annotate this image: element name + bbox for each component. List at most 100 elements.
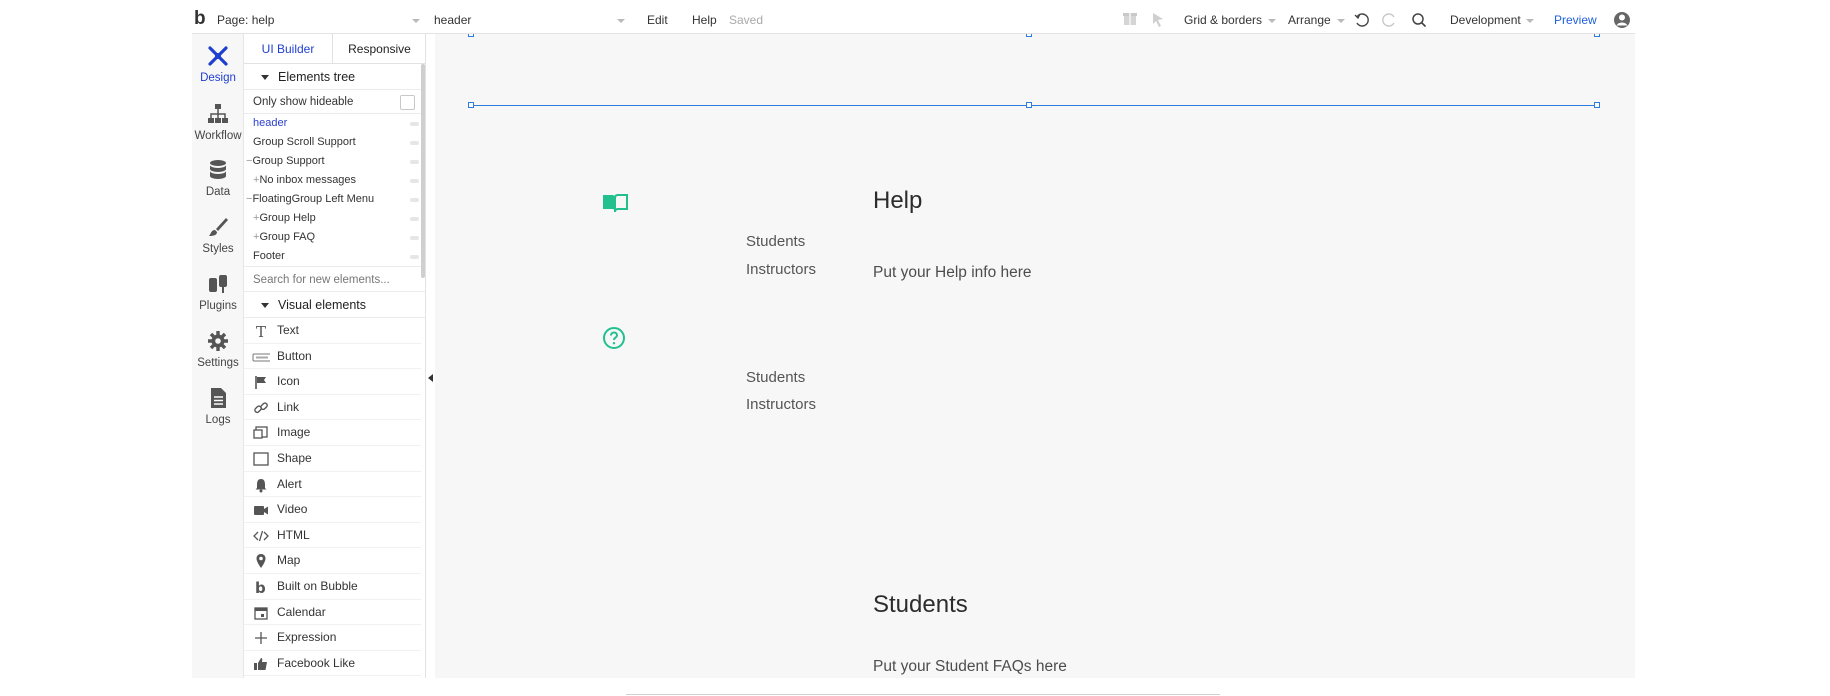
tree-item-group-support[interactable]: −Group Support <box>244 152 425 171</box>
undo-icon[interactable] <box>1353 6 1369 34</box>
tree-item-group-faq[interactable]: +Group FAQ <box>244 228 425 247</box>
tree-item-footer[interactable]: Footer <box>244 247 425 266</box>
page-selector[interactable]: Page: help <box>217 6 274 34</box>
element-label: Facebook Like <box>277 655 356 670</box>
grid-borders-caret-icon[interactable] <box>1268 6 1276 34</box>
elements-tree-header[interactable]: Elements tree <box>244 64 425 90</box>
thumbs-up-icon <box>254 657 267 670</box>
nav-design[interactable]: Design <box>192 38 244 94</box>
top-bar: b Page: help header Edit Help Saved Grid… <box>192 6 1635 34</box>
element-label: Video <box>277 502 308 517</box>
element-button[interactable]: Button <box>244 344 421 370</box>
element-map[interactable]: Map <box>244 548 421 574</box>
element-icon[interactable]: Icon <box>244 369 421 395</box>
eye-icon[interactable] <box>410 179 419 183</box>
nav-data-label: Data <box>205 186 231 198</box>
resize-handle[interactable] <box>468 34 474 37</box>
menu-link-students[interactable]: Students <box>746 233 805 250</box>
nav-logs-label: Logs <box>205 414 231 426</box>
element-expression[interactable]: Expression <box>244 625 421 651</box>
eye-icon[interactable] <box>410 198 419 202</box>
tree-item-header[interactable]: header <box>244 114 425 133</box>
element-link[interactable]: Link <box>244 395 421 421</box>
nav-plugins[interactable]: Plugins <box>192 266 244 322</box>
cursor-icon[interactable] <box>1150 6 1166 34</box>
menu-edit[interactable]: Edit <box>647 6 668 34</box>
menu-help[interactable]: Help <box>692 6 717 34</box>
element-label: HTML <box>277 527 310 542</box>
nav-logs[interactable]: Logs <box>192 380 244 436</box>
resize-handle[interactable] <box>1026 34 1032 37</box>
tab-responsive[interactable]: Responsive <box>333 34 426 64</box>
preview-button[interactable]: Preview <box>1554 6 1597 34</box>
element-facebook-like[interactable]: Facebook Like <box>244 651 421 677</box>
nav-design-label: Design <box>200 72 236 84</box>
only-show-hideable-label: Only show hideable <box>253 96 354 108</box>
element-calendar[interactable]: Calendar <box>244 600 421 626</box>
element-selector-caret-icon[interactable] <box>617 6 625 34</box>
eye-icon[interactable] <box>410 236 419 240</box>
eye-icon[interactable] <box>410 217 419 221</box>
page-selector-caret-icon[interactable] <box>412 6 420 34</box>
gift-icon[interactable] <box>1122 6 1138 34</box>
eye-icon[interactable] <box>410 255 419 259</box>
nav-data[interactable]: Data <box>192 152 244 208</box>
svg-text:b: b <box>255 579 266 595</box>
element-image[interactable]: Image <box>244 420 421 446</box>
grid-borders-menu[interactable]: Grid & borders <box>1184 6 1262 34</box>
nav-settings[interactable]: Settings <box>192 323 244 379</box>
menu-link-instructors[interactable]: Instructors <box>746 396 816 413</box>
resize-handle[interactable] <box>468 102 474 108</box>
collapse-triangle-icon <box>261 75 269 80</box>
search-icon[interactable] <box>1411 6 1427 34</box>
only-show-hideable-row: Only show hideable <box>244 90 425 114</box>
search-new-elements-input[interactable]: Search for new elements... <box>244 266 425 292</box>
tree-item-label: Group FAQ <box>259 231 316 243</box>
only-show-hideable-checkbox[interactable] <box>400 95 415 110</box>
panel-scrollbar[interactable] <box>421 64 425 278</box>
nav-workflow[interactable]: Workflow <box>192 96 244 152</box>
element-label: Shape <box>277 450 312 465</box>
nav-styles-label: Styles <box>202 243 234 255</box>
bubble-editor: b Page: help header Edit Help Saved Grid… <box>192 6 1635 678</box>
tree-item-label: FloatingGroup Left Menu <box>252 193 375 205</box>
eye-icon[interactable] <box>410 122 419 126</box>
visual-elements-header[interactable]: Visual elements <box>244 292 425 318</box>
element-shape[interactable]: Shape <box>244 446 421 472</box>
header-selection-border <box>471 105 1597 106</box>
menu-link-students[interactable]: Students <box>746 369 805 386</box>
collapse-panel-arrow-icon[interactable] <box>428 374 433 382</box>
element-selector[interactable]: header <box>434 6 471 34</box>
arrange-caret-icon[interactable] <box>1337 6 1345 34</box>
element-text[interactable]: T Text <box>244 318 421 344</box>
students-body-text: Put your Student FAQs here <box>873 658 1067 675</box>
resize-handle[interactable] <box>1594 34 1600 37</box>
tree-item-group-scroll-support[interactable]: Group Scroll Support <box>244 133 425 152</box>
element-html[interactable]: HTML <box>244 523 421 549</box>
tree-item-floatinggroup-left-menu[interactable]: −FloatingGroup Left Menu <box>244 190 425 209</box>
redo-icon[interactable] <box>1382 6 1398 34</box>
bubble-logo[interactable]: b <box>194 6 206 34</box>
eye-icon[interactable] <box>410 160 419 164</box>
nav-styles[interactable]: Styles <box>192 209 244 265</box>
arrange-menu[interactable]: Arrange <box>1288 6 1331 34</box>
menu-link-instructors[interactable]: Instructors <box>746 261 816 278</box>
element-label: Built on Bubble <box>277 578 358 593</box>
tree-item-group-help[interactable]: +Group Help <box>244 209 425 228</box>
resize-handle[interactable] <box>1594 102 1600 108</box>
resize-handle[interactable] <box>1026 102 1032 108</box>
environment-selector[interactable]: Development <box>1450 6 1521 34</box>
tab-ui-builder[interactable]: UI Builder <box>244 34 332 64</box>
eye-icon[interactable] <box>410 141 419 145</box>
element-built-on-bubble[interactable]: b Built on Bubble <box>244 574 421 600</box>
environment-caret-icon[interactable] <box>1526 6 1534 34</box>
plus-icon <box>255 632 267 645</box>
left-nav: Design Workflow Data Styles Plugins Sett… <box>192 34 244 678</box>
account-icon[interactable] <box>1613 6 1631 34</box>
tree-item-no-inbox-messages[interactable]: +No inbox messages <box>244 171 425 190</box>
design-canvas[interactable]: Students Instructors Students Instructor… <box>435 34 1635 678</box>
element-video[interactable]: Video <box>244 497 421 523</box>
tree-item-label: Group Help <box>259 212 316 224</box>
element-alert[interactable]: Alert <box>244 472 421 498</box>
students-title: Students <box>873 591 968 618</box>
